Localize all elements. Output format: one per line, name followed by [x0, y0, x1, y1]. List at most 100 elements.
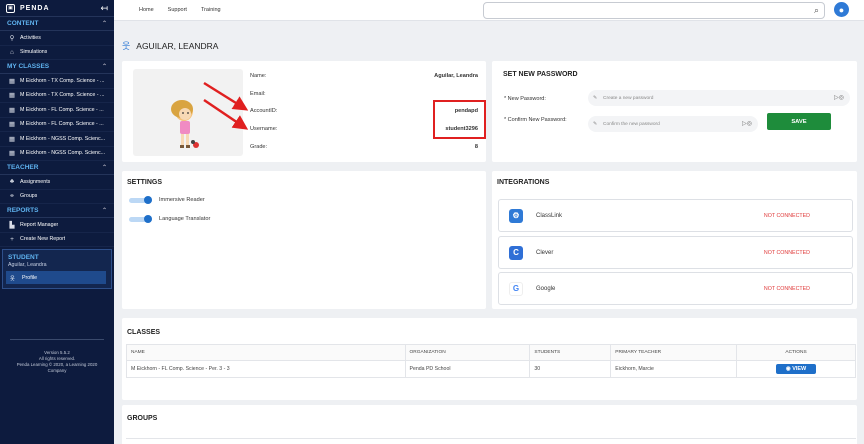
- sidebar-item-simulations[interactable]: ⌂ Simulations: [0, 46, 114, 60]
- sidebar-item-groups[interactable]: ⚭ Groups: [0, 190, 114, 204]
- setting-label: Immersive Reader: [159, 197, 205, 203]
- classes-card: CLASSES NAME ORGANIZATION STUDENTS PRIMA…: [122, 318, 857, 400]
- classlink-icon: ⚙: [509, 208, 523, 223]
- section-content-label: CONTENT: [7, 20, 39, 27]
- sidebar-item-label: M Eickhorn - FL Comp. Science - ...: [20, 121, 104, 128]
- nav-training[interactable]: Training: [201, 7, 221, 13]
- search-input[interactable]: ⌕: [483, 2, 825, 19]
- col-primary-teacher[interactable]: PRIMARY TEACHER: [610, 344, 738, 361]
- cell-students: 30: [529, 360, 612, 378]
- eye-slash-icon[interactable]: ▷◎: [834, 94, 844, 101]
- girl-character-image: [171, 100, 199, 148]
- chevron-up-icon: ⌃: [101, 21, 107, 27]
- sidebar-item-class[interactable]: ▦ M Eickhorn - TX Comp. Science - ...: [0, 74, 114, 89]
- cell-teacher: Eickhorn, Marcie: [610, 360, 738, 378]
- collapse-sidebar-icon[interactable]: ↤: [100, 3, 108, 14]
- integrations-card: INTEGRATIONS ⚙ ClassLink NOT CONNECTED C…: [492, 171, 857, 309]
- sidebar-item-profile[interactable]: 웃 Profile: [6, 271, 106, 284]
- sidebar-item-class[interactable]: ▦ M Eickhorn - NGSS Comp. Scienc...: [0, 132, 114, 147]
- section-teacher-label: TEACHER: [7, 164, 39, 171]
- person-icon: 웃: [122, 41, 131, 51]
- brand-header: ▣ PENDA ↤: [0, 0, 114, 17]
- confirm-password-placeholder: Confirm the new password: [603, 121, 660, 127]
- search-icon[interactable]: ⌕: [814, 5, 819, 16]
- profile-card: Name: Aguilar, Leandra Email: AccountID:…: [122, 61, 486, 162]
- class-grid-icon: ▦: [8, 77, 16, 85]
- sidebar-item-label: M Eickhorn - NGSS Comp. Scienc...: [20, 135, 106, 142]
- password-card-title: SET NEW PASSWORD: [503, 71, 578, 78]
- student-panel-name: Aguilar, Leandra: [8, 262, 47, 268]
- section-reports[interactable]: REPORTS ⌃: [0, 204, 114, 218]
- plus-icon: +: [10, 235, 14, 243]
- student-panel: STUDENT Aguilar, Leandra 웃 Profile: [2, 249, 112, 289]
- new-password-input[interactable]: ✎ Create a new password ▷◎: [588, 90, 850, 106]
- field-label: Grade:: [250, 144, 268, 150]
- save-button[interactable]: SAVE: [767, 113, 831, 130]
- integration-classlink[interactable]: ⚙ ClassLink NOT CONNECTED: [498, 199, 853, 232]
- sidebar-item-report-manager[interactable]: ▙ Report Manager: [0, 218, 114, 233]
- class-grid-icon: ▦: [8, 92, 16, 100]
- cell-organization: Penda PD School: [404, 360, 531, 378]
- sidebar-item-label: M Eickhorn - TX Comp. Science - ...: [20, 77, 105, 84]
- profile-row-grade: Grade: 8: [250, 144, 478, 150]
- sidebar: ▣ PENDA ↤ CONTENT ⌃ ⚲ Activities ⌂ Simul…: [0, 0, 114, 444]
- integration-name: Google: [536, 285, 556, 292]
- sidebar-item-label: Simulations: [20, 49, 48, 56]
- chevron-up-icon: ⌃: [101, 165, 107, 171]
- sidebar-item-class[interactable]: ▦ M Eickhorn - FL Comp. Science - ...: [0, 103, 114, 118]
- field-value: Aguilar, Leandra: [434, 73, 478, 79]
- section-teacher[interactable]: TEACHER ⌃: [0, 161, 114, 175]
- user-avatar[interactable]: ●: [834, 2, 849, 17]
- integration-status: NOT CONNECTED: [763, 285, 810, 292]
- view-class-button[interactable]: ◉ VIEW: [776, 364, 817, 374]
- sidebar-item-assignments[interactable]: ♣ Assignments: [0, 175, 114, 190]
- penda-logo-icon: ▣: [6, 3, 15, 13]
- profile-row-email: Email:: [250, 91, 478, 97]
- sidebar-item-class[interactable]: ▦ M Eickhorn - FL Comp. Science - ...: [0, 118, 114, 132]
- confirm-password-input[interactable]: ✎ Confirm the new password ▷◎: [588, 116, 758, 132]
- col-students[interactable]: STUDENTS: [529, 344, 612, 361]
- language-translator-toggle[interactable]: [129, 214, 152, 223]
- sidebar-item-activities[interactable]: ⚲ Activities: [0, 31, 114, 46]
- student-avatar-illustration: [133, 69, 243, 156]
- integration-name: Clever: [536, 249, 554, 256]
- toggle-knob: [144, 195, 152, 204]
- nav-support[interactable]: Support: [168, 7, 187, 13]
- sidebar-item-label: Assignments: [20, 178, 51, 185]
- nav-home[interactable]: Home: [139, 7, 154, 13]
- integration-google[interactable]: G Google NOT CONNECTED: [498, 272, 853, 305]
- sidebar-item-label: Create New Report: [20, 236, 66, 243]
- new-password-placeholder: Create a new password: [603, 95, 654, 101]
- integration-status: NOT CONNECTED: [763, 212, 810, 219]
- confirm-password-label: * Confirm New Password:: [504, 117, 567, 123]
- pencil-icon: ✎: [593, 121, 598, 127]
- immersive-reader-toggle[interactable]: [129, 195, 152, 204]
- settings-title: SETTINGS: [127, 179, 163, 186]
- eye-icon: ◉: [785, 366, 791, 372]
- sidebar-item-class[interactable]: ▦ M Eickhorn - NGSS Comp. Scienc...: [0, 147, 114, 161]
- new-password-label: * New Password:: [504, 96, 546, 102]
- col-organization[interactable]: ORGANIZATION: [404, 344, 531, 361]
- eye-slash-icon[interactable]: ▷◎: [742, 120, 752, 127]
- integration-name: ClassLink: [536, 212, 563, 219]
- groups-card: GROUPS: [122, 405, 857, 444]
- classes-title: CLASSES: [127, 329, 161, 336]
- section-content[interactable]: CONTENT ⌃: [0, 17, 114, 31]
- field-value: 8: [474, 144, 478, 150]
- col-name[interactable]: NAME: [126, 344, 406, 361]
- brand-name: PENDA: [20, 4, 50, 12]
- integration-status: NOT CONNECTED: [763, 249, 810, 256]
- setting-label: Language Translator: [159, 216, 211, 222]
- sidebar-item-label: M Eickhorn - TX Comp. Science - ...: [20, 92, 105, 99]
- sidebar-item-class[interactable]: ▦ M Eickhorn - TX Comp. Science - ...: [0, 89, 114, 103]
- person-icon: 웃: [10, 275, 15, 282]
- top-nav: Home Support Training: [139, 7, 221, 13]
- classes-table: NAME ORGANIZATION STUDENTS PRIMARY TEACH…: [126, 344, 856, 378]
- cell-class-name: M Eickhorn - FL Comp. Science - Per. 3 -…: [126, 360, 406, 378]
- report-chart-icon: ▙: [9, 221, 15, 229]
- sidebar-item-create-new-report[interactable]: + Create New Report: [0, 233, 114, 247]
- field-label: Email:: [250, 91, 266, 97]
- integration-clever[interactable]: C Clever NOT CONNECTED: [498, 236, 853, 269]
- section-my-classes[interactable]: MY CLASSES ⌃: [0, 60, 114, 74]
- field-label: Username:: [250, 126, 278, 132]
